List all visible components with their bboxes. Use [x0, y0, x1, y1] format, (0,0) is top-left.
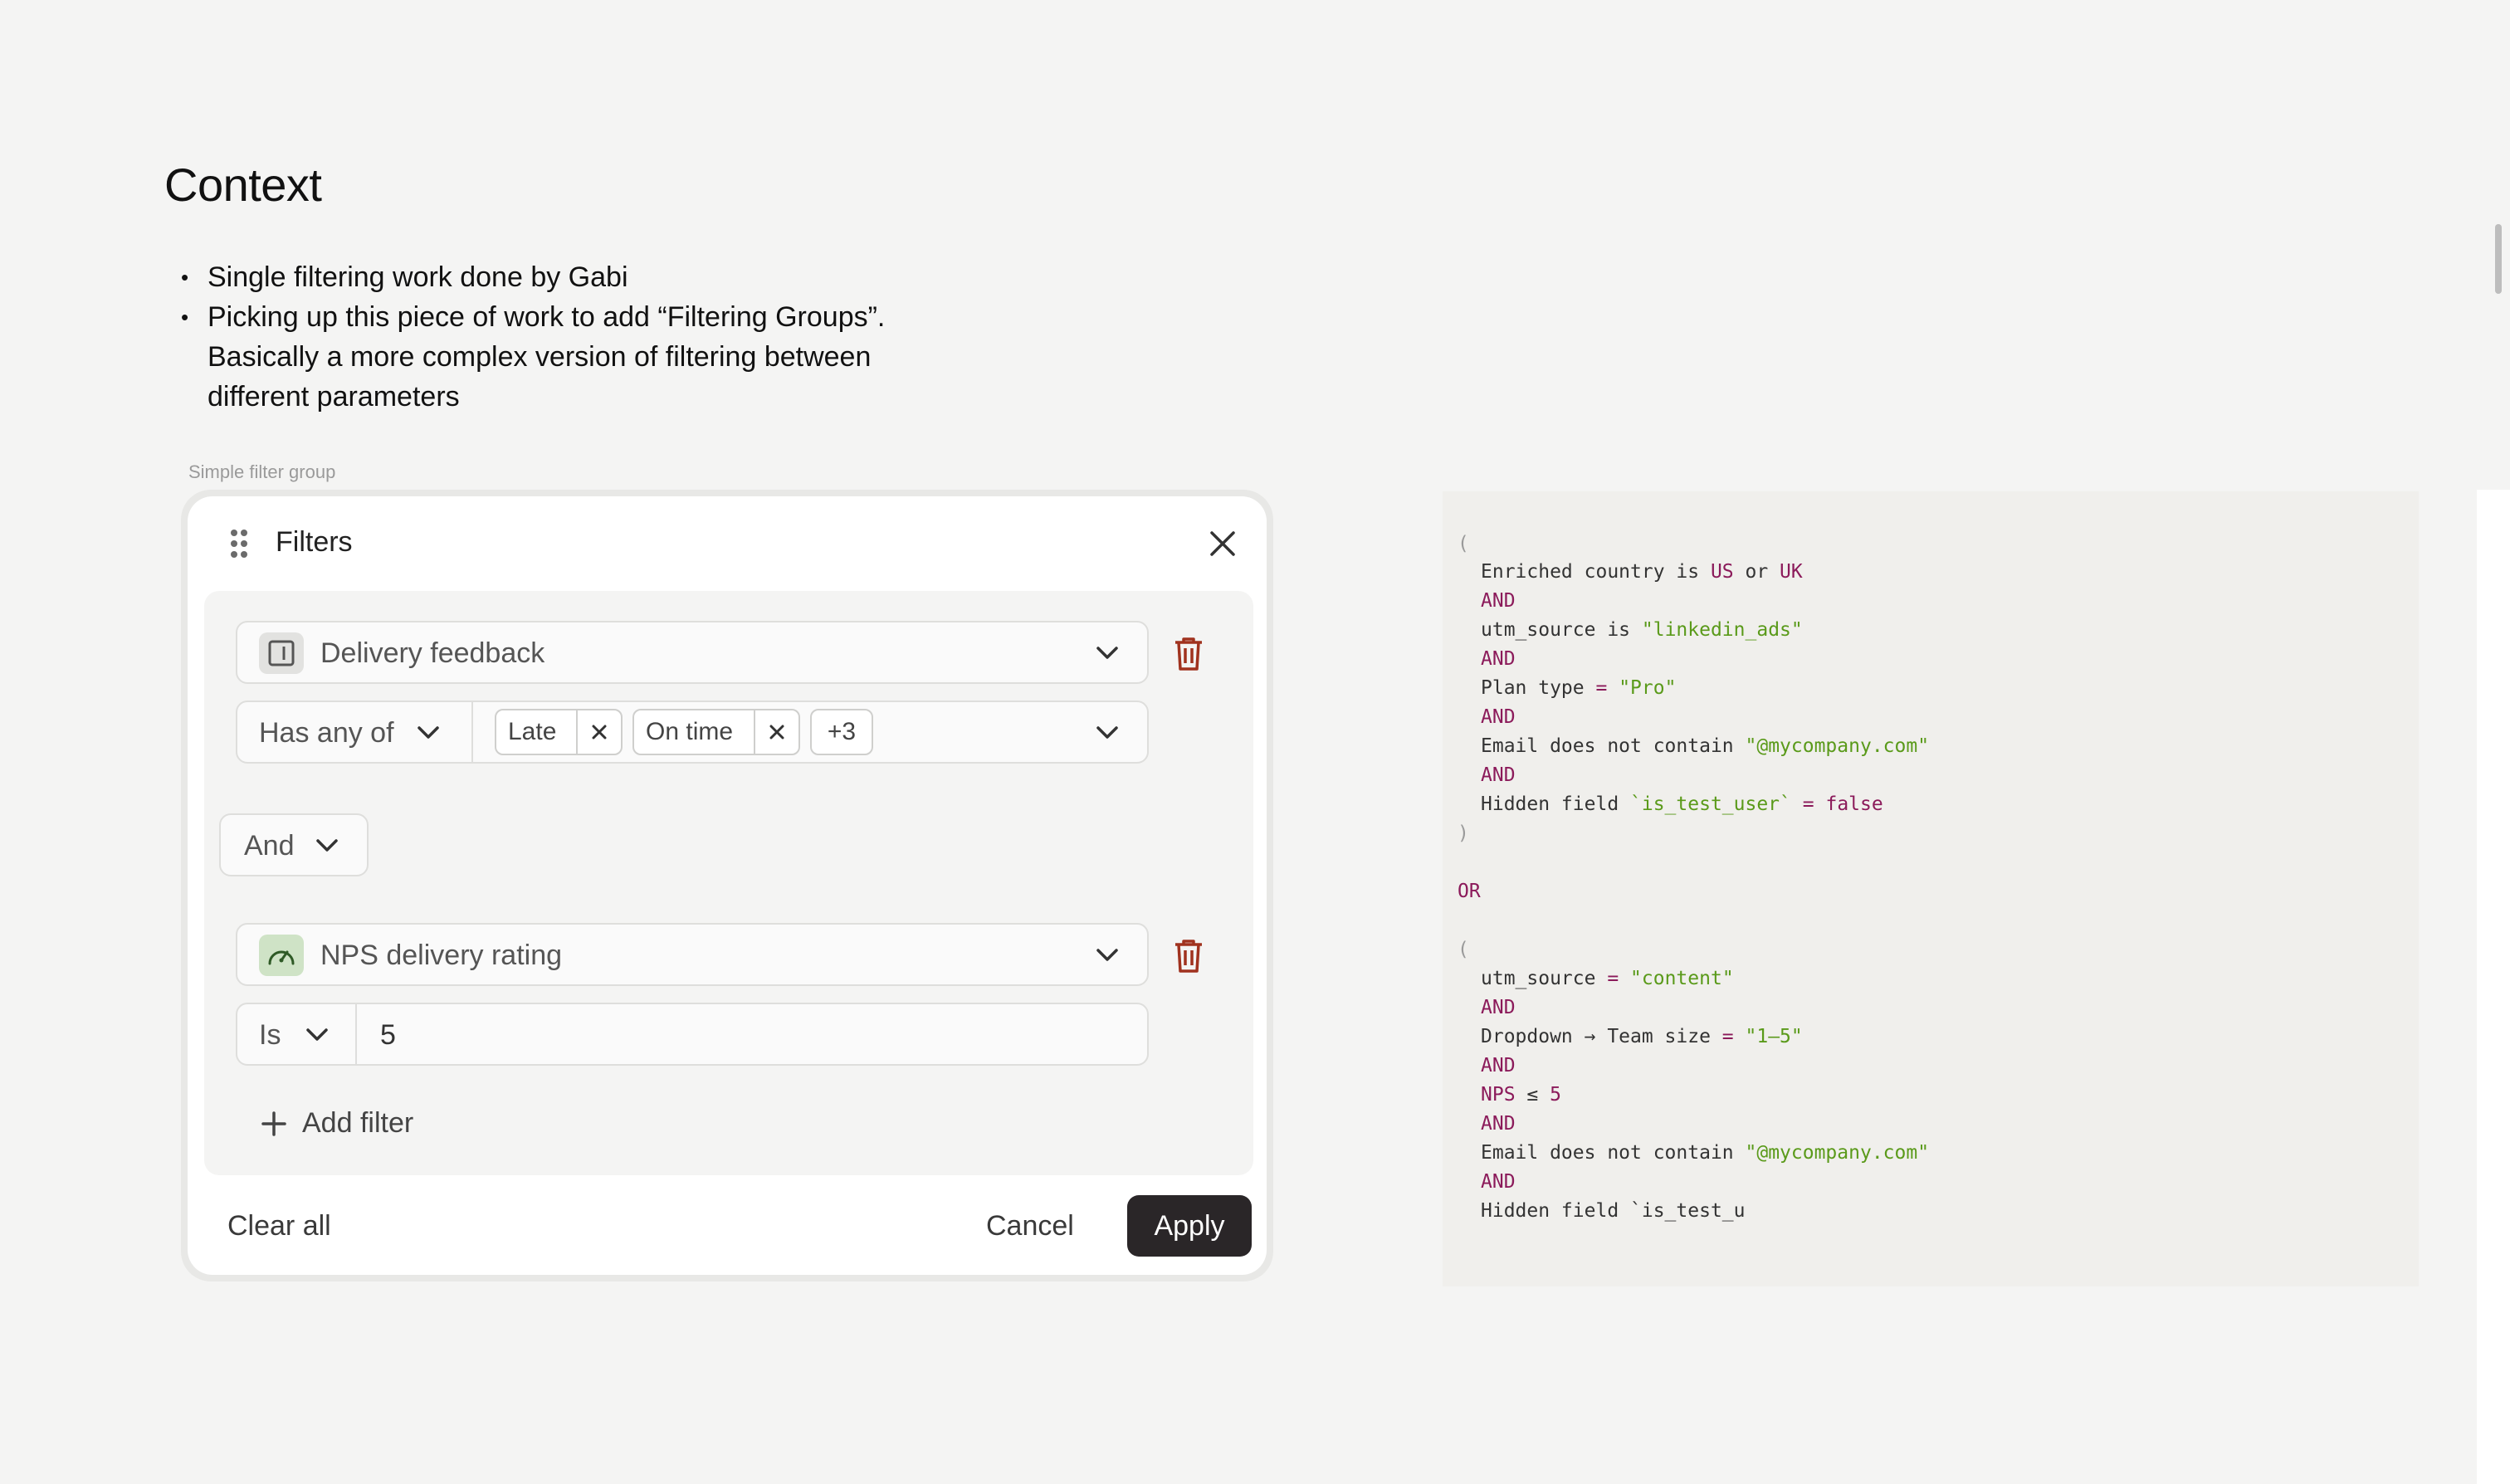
code-text: Enriched country is [1481, 561, 1711, 583]
apply-button[interactable]: Apply [1127, 1195, 1252, 1257]
code-string: "@mycompany.com" [1745, 735, 1930, 757]
close-icon[interactable] [1204, 525, 1242, 563]
code-and: AND [1481, 648, 1516, 670]
code-and: AND [1481, 1171, 1516, 1193]
chevron-down-icon[interactable] [1096, 725, 1119, 740]
code-close-paren: ) [1458, 823, 1469, 844]
code-line: Plan type = "Pro" [1481, 677, 1676, 699]
filter-group-frame: Filters [181, 490, 1273, 1281]
chevron-down-icon [306, 1028, 328, 1041]
code-text: Email does not contain [1481, 1142, 1746, 1164]
value-tag: On time [632, 709, 800, 755]
code-line: Hidden field `is_test_u [1481, 1200, 1746, 1222]
code-text: or [1733, 561, 1780, 583]
code-keyword: false [1825, 793, 1883, 815]
add-filter-button[interactable]: Add filter [261, 1107, 413, 1140]
chevron-down-icon [1096, 949, 1118, 961]
code-keyword: NPS [1481, 1084, 1516, 1106]
code-text: Hidden field [1481, 793, 1631, 815]
tag-label: Late [508, 718, 557, 745]
code-and: AND [1481, 764, 1516, 786]
code-string: "1–5" [1745, 1026, 1803, 1047]
code-operator: = [1595, 677, 1608, 699]
operator-select[interactable]: Is [237, 1004, 357, 1064]
query-code-block: ( Enriched country is US or UK AND utm_s… [1443, 491, 2419, 1286]
trash-icon[interactable] [1172, 938, 1205, 974]
code-and: AND [1481, 997, 1516, 1018]
gauge-icon [259, 935, 304, 976]
filter-condition-row: Is 5 [236, 1003, 1149, 1066]
filters-panel: Filters [188, 496, 1267, 1275]
field-name: Delivery feedback [320, 637, 545, 669]
field-name: NPS delivery rating [320, 940, 563, 971]
combinator-label: And [244, 830, 295, 862]
panel-title: Filters [276, 526, 353, 558]
code-and: AND [1481, 706, 1516, 728]
code-text: ≤ [1515, 1084, 1550, 1106]
tag-label: On time [646, 718, 734, 745]
code-keyword: UK [1780, 561, 1803, 583]
code-open-paren: ( [1458, 533, 1469, 554]
code-line: utm_source = "content" [1481, 968, 1734, 989]
code-or: OR [1458, 881, 1481, 902]
code-and: AND [1481, 590, 1516, 612]
remove-tag-icon[interactable] [754, 710, 798, 754]
code-line: Email does not contain "@mycompany.com" [1481, 1142, 1929, 1164]
chevron-down-icon [1096, 647, 1118, 659]
code-string: "@mycompany.com" [1745, 1142, 1930, 1164]
code-text: utm_source [1481, 968, 1608, 989]
clear-all-button[interactable]: Clear all [227, 1210, 331, 1242]
chevron-down-icon [418, 726, 439, 739]
code-and: AND [1481, 1055, 1516, 1076]
operator-label: Is [259, 1019, 281, 1051]
combinator-select[interactable]: And [219, 813, 369, 876]
code-text: Email does not contain [1481, 735, 1746, 757]
filter-field-select[interactable]: NPS delivery rating [236, 923, 1149, 986]
page-title: Context [164, 159, 322, 211]
code-line: utm_source is "linkedin_ads" [1481, 619, 1803, 641]
code-line: Dropdown → Team size = "1–5" [1481, 1026, 1803, 1047]
filter-group-caption: Simple filter group [188, 461, 336, 482]
code-keyword: US [1710, 561, 1734, 583]
code-string: `is_test_user` [1630, 793, 1791, 815]
operator-select[interactable]: Has any of [237, 702, 473, 762]
code-and: AND [1481, 1113, 1516, 1135]
code-line: Enriched country is US or UK [1481, 561, 1803, 583]
right-edge-panel [2477, 490, 2510, 1484]
trash-icon[interactable] [1172, 636, 1205, 672]
cancel-button[interactable]: Cancel [986, 1210, 1074, 1242]
more-tags-badge[interactable]: +3 [810, 709, 873, 755]
context-bullet: Single filtering work done by Gabi [181, 257, 1011, 297]
code-line: Hidden field `is_test_user` = false [1481, 793, 1883, 815]
operator-label: Has any of [259, 717, 394, 749]
code-text: Plan type [1481, 677, 1596, 699]
code-keyword: 5 [1550, 1084, 1561, 1106]
code-operator: = [1721, 1026, 1734, 1047]
scrollbar-thumb[interactable] [2495, 224, 2502, 294]
code-string: "linkedin_ads" [1641, 619, 1803, 641]
text-field-icon [259, 632, 304, 674]
value-tag: Late [495, 709, 623, 755]
filter-condition-row: Has any of Late On time +3 [236, 701, 1149, 764]
remove-tag-icon[interactable] [576, 710, 621, 754]
chevron-down-icon [316, 839, 338, 852]
code-open-paren: ( [1458, 939, 1469, 960]
add-filter-label: Add filter [302, 1107, 414, 1139]
code-text: Dropdown → Team size [1481, 1026, 1722, 1047]
code-text: utm_source is [1481, 619, 1642, 641]
code-string: "Pro" [1619, 677, 1677, 699]
code-string: "content" [1630, 968, 1734, 989]
code-operator: = [1607, 968, 1619, 989]
value-input[interactable]: 5 [380, 1019, 396, 1052]
code-line: Email does not contain "@mycompany.com" [1481, 735, 1929, 757]
filter-field-select[interactable]: Delivery feedback [236, 621, 1149, 684]
drag-handle-icon[interactable] [229, 530, 249, 559]
context-bullet: Picking up this piece of work to add “Fi… [181, 297, 955, 417]
more-count: +3 [827, 718, 857, 745]
code-operator: = [1802, 793, 1814, 815]
context-bullet-list: Single filtering work done by Gabi Picki… [181, 257, 1011, 417]
code-line: NPS ≤ 5 [1481, 1084, 1561, 1106]
plus-icon [261, 1111, 286, 1136]
